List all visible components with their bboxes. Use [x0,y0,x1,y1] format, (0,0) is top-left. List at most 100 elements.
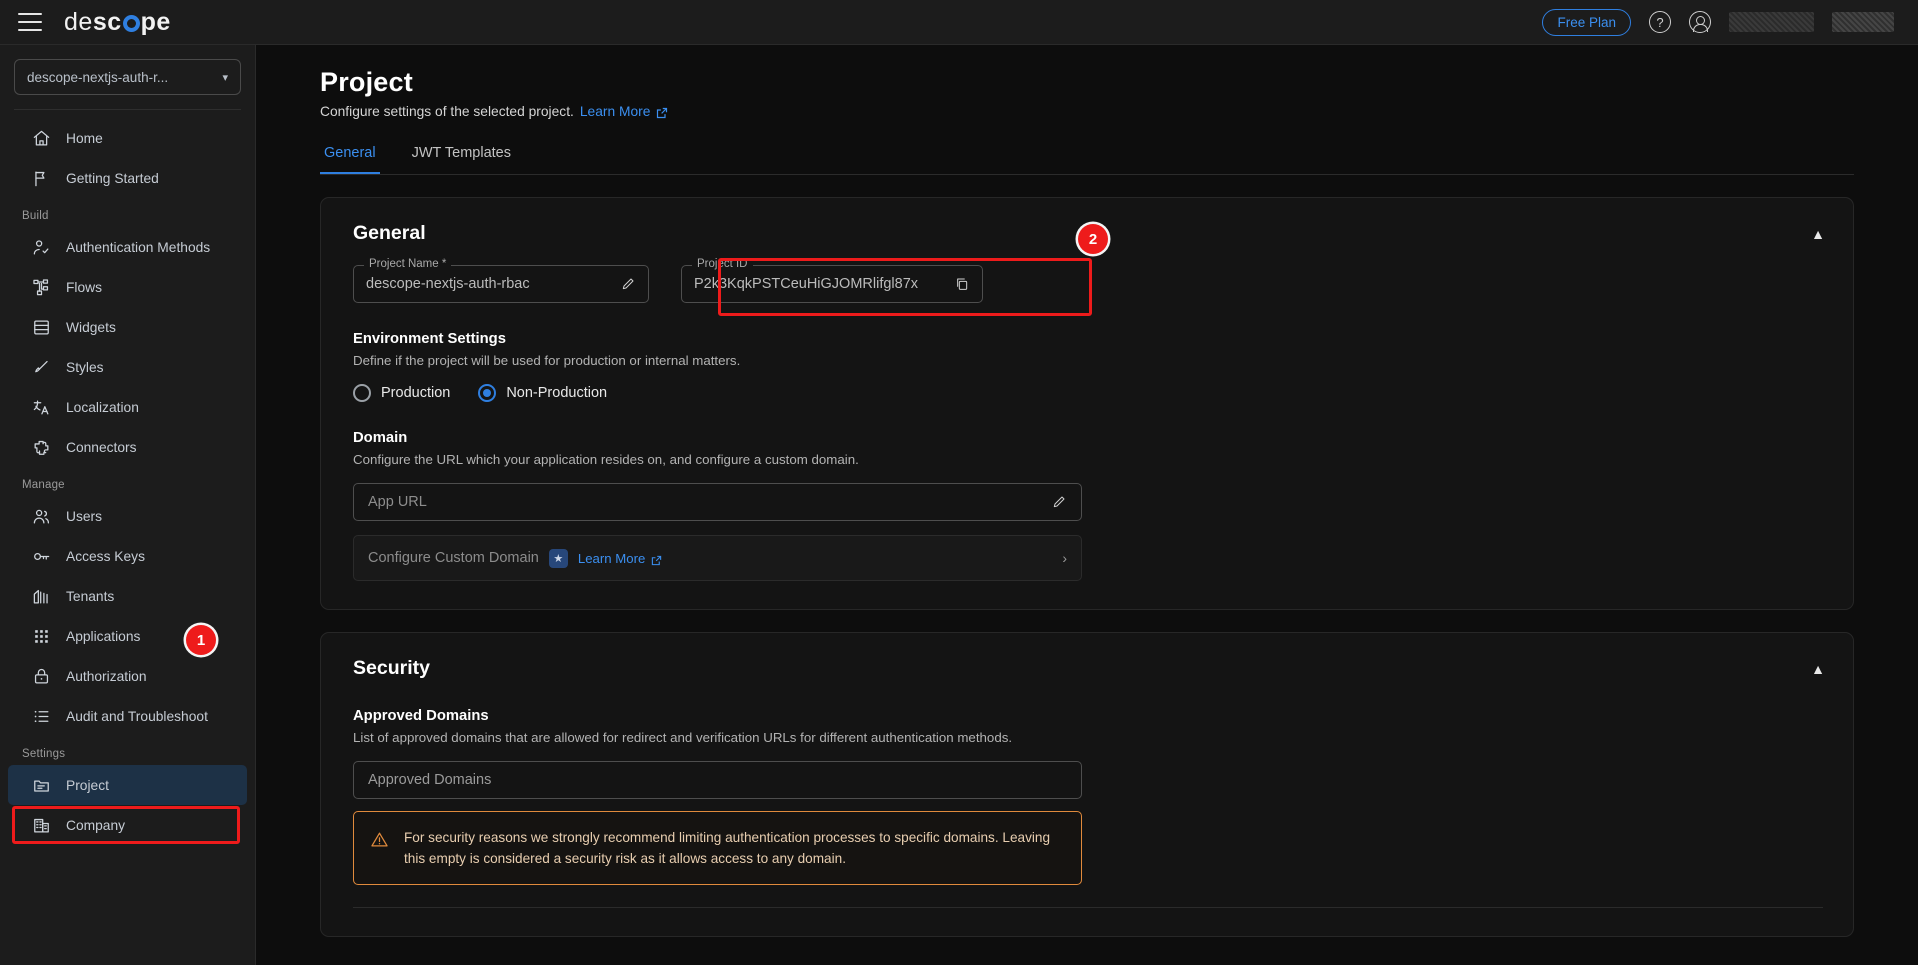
project-name-value: descope-nextjs-auth-rbac [366,276,530,292]
top-bar: de sc pe Free Plan ? [0,0,1918,45]
project-selector[interactable]: descope-nextjs-auth-r... ▾ [14,59,241,95]
approved-domains-placeholder: Approved Domains [368,772,492,788]
sidebar-item-authorization[interactable]: Authorization [8,656,247,696]
sidebar-item-access-keys[interactable]: Access Keys [8,536,247,576]
sidebar-item-users[interactable]: Users [8,496,247,536]
project-name-legend: Project Name * [364,258,452,270]
sidebar-item-authentication-methods[interactable]: Authentication Methods [8,227,247,267]
tab-bar: General JWT Templates [320,145,1854,175]
custom-domain-learn-more-link[interactable]: Learn More [578,551,645,566]
learn-more-link[interactable]: Learn More [580,104,651,119]
sidebar-item-label: Localization [66,399,139,415]
logo-text-part1: de [64,7,93,36]
security-card-body: Approved Domains List of approved domain… [321,680,1853,936]
tab-jwt-templates[interactable]: JWT Templates [408,145,515,174]
sidebar-item-label: Flows [66,279,103,295]
environment-settings-description: Define if the project will be used for p… [353,353,741,368]
copy-icon[interactable] [954,276,970,292]
sidebar-item-project[interactable]: Project [8,765,247,805]
approved-domains-description: List of approved domains that are allowe… [353,730,1013,745]
chevron-up-icon[interactable]: ▲ [1811,662,1825,676]
external-link-icon[interactable] [656,107,668,119]
office-icon [30,814,52,836]
radio-dot-non-production [478,384,497,402]
puzzle-icon [30,436,52,458]
domain-description: Configure the URL which your application… [353,452,859,467]
sidebar-item-styles[interactable]: Styles [8,347,247,387]
widgets-icon [30,316,52,338]
radio-production[interactable]: Production [353,384,464,402]
project-id-value: P2k3KqkPSTCeuHiGJOMRlifgl87x [694,276,919,292]
general-fields-row: Project Name * descope-nextjs-auth-rbac … [353,258,1821,303]
project-name-field[interactable]: Project Name * descope-nextjs-auth-rbac [353,258,649,303]
redacted-user-name [1729,12,1814,32]
annotation-badge-1: 1 [186,625,216,655]
radio-non-production[interactable]: Non-Production [478,384,621,402]
chevron-right-icon[interactable]: › [1062,550,1067,566]
warning-triangle-icon [370,830,390,869]
sidebar-item-label: Tenants [66,588,115,604]
general-card: General ▲ Project Name * descope-nextjs-… [320,197,1854,610]
tab-general[interactable]: General [320,145,380,174]
flow-chart-icon [30,276,52,298]
general-card-body: Project Name * descope-nextjs-auth-rbac … [321,245,1853,609]
sidebar-group-settings: Settings [22,748,66,760]
sidebar-item-getting-started[interactable]: Getting Started [8,158,247,198]
approved-domains-input[interactable]: Approved Domains [353,761,1082,799]
bottom-divider [353,907,1823,909]
environment-settings-title: Environment Settings [353,331,506,347]
security-warning-banner: For security reasons we strongly recomme… [353,811,1082,886]
environment-radio-group: Production Non-Production [353,384,1821,402]
redacted-user-email [1832,12,1894,32]
sidebar-divider [14,109,241,110]
topbar-actions: Free Plan ? [1542,8,1894,36]
project-id-legend: Project ID [692,258,753,270]
sidebar-group-manage: Manage [22,479,65,491]
user-check-icon [30,236,52,258]
translate-icon [30,396,52,418]
sidebar-item-tenants[interactable]: Tenants [8,576,247,616]
radio-label-non-production: Non-Production [506,385,608,401]
hamburger-icon[interactable] [18,13,42,31]
approved-domains-title: Approved Domains [353,708,489,724]
sidebar-item-connectors[interactable]: Connectors [8,427,247,467]
sidebar-item-widgets[interactable]: Widgets [8,307,247,347]
external-link-icon[interactable] [651,553,663,566]
pencil-icon[interactable] [620,276,636,292]
lock-icon [30,665,52,687]
account-circle-icon[interactable] [1689,11,1711,33]
folder-icon [30,774,52,796]
home-icon [30,127,52,149]
logo-orb-icon [122,14,140,32]
radio-label-production: Production [381,385,451,401]
sidebar-item-label: Getting Started [66,170,159,186]
configure-custom-domain-row[interactable]: Configure Custom Domain ★ Learn More › [353,535,1082,581]
radio-dot-production [353,384,371,402]
security-card-header: Security ▲ [321,633,1853,680]
app-url-placeholder: App URL [368,494,427,510]
pencil-icon[interactable] [1051,494,1067,510]
sidebar-item-home[interactable]: Home [8,118,247,158]
list-icon [30,705,52,727]
page-subtitle-text: Configure settings of the selected proje… [320,104,574,119]
project-id-field[interactable]: Project ID P2k3KqkPSTCeuHiGJOMRlifgl87x [681,258,983,303]
chevron-up-icon[interactable]: ▲ [1811,227,1825,241]
main-content: Project Configure settings of the select… [256,45,1918,965]
security-card-title: Security [353,657,430,679]
descope-logo: de sc pe [64,8,171,37]
page-title: Project [320,67,413,97]
users-icon [30,505,52,527]
help-circle-icon[interactable]: ? [1649,11,1671,33]
sidebar-item-audit-and-troubleshoot[interactable]: Audit and Troubleshoot [8,696,247,736]
building-icon [30,585,52,607]
free-plan-button[interactable]: Free Plan [1542,8,1631,36]
sidebar-item-label: Connectors [66,439,137,455]
sidebar-item-flows[interactable]: Flows [8,267,247,307]
brush-icon [30,356,52,378]
domain-title: Domain [353,430,408,446]
app-url-input[interactable]: App URL [353,483,1082,521]
sidebar-item-company[interactable]: Company [8,805,247,845]
sidebar-item-localization[interactable]: Localization [8,387,247,427]
chevron-down-icon: ▾ [222,71,228,84]
sidebar-item-label: Audit and Troubleshoot [66,708,208,724]
